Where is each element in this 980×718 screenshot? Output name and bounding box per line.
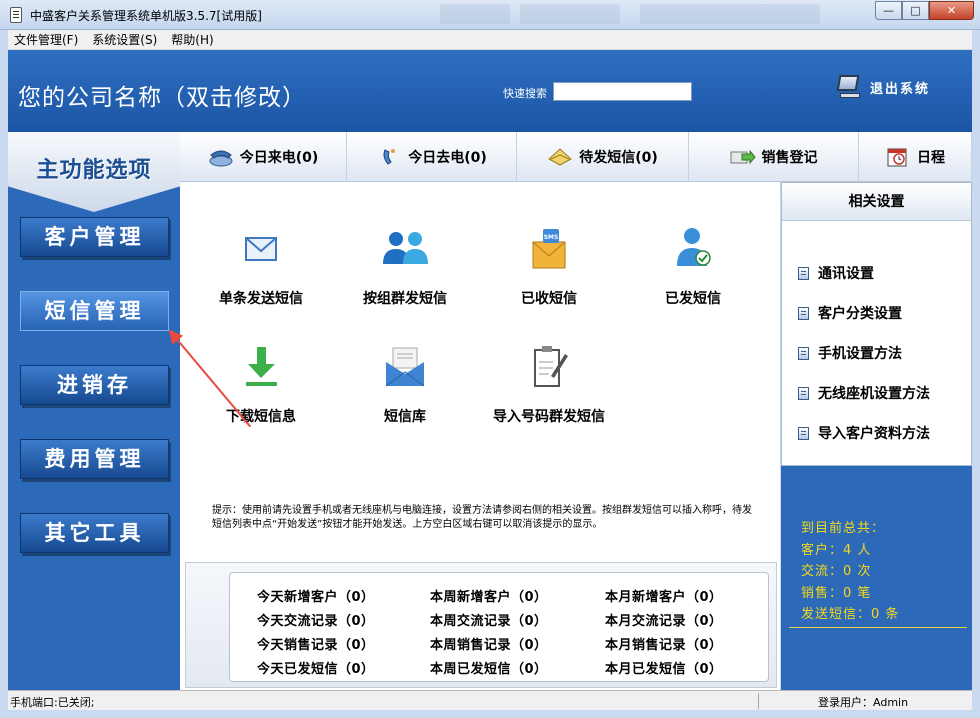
tip-text: 提示：使用前请先设置手机或者无线座机与电脑连接，设置方法请参阅右侧的相关设置。按… bbox=[212, 505, 752, 530]
exit-system-button[interactable]: 退出系统 bbox=[836, 74, 930, 100]
tab-schedule[interactable]: 日程 bbox=[859, 132, 972, 182]
stats-panel: 今天新增客户（0） 本周新增客户（0） 本月新增客户（0） 今天交流记录（0） … bbox=[185, 562, 777, 688]
sidebar-item-inventory[interactable]: 进销存 bbox=[20, 365, 169, 405]
tab-incoming-calls[interactable]: 今日来电(0) bbox=[180, 132, 347, 182]
stat-today-sales: 今天销售记录（0） bbox=[257, 638, 375, 653]
window-title-bar: 中盛客户关系管理系统单机版3.5.7[试用版] — □ ✕ bbox=[0, 0, 980, 30]
menu-settings[interactable]: 系统设置(S) bbox=[92, 31, 157, 48]
envelope-arrow-icon bbox=[547, 147, 573, 167]
document-icon bbox=[798, 306, 809, 320]
document-icon bbox=[798, 426, 809, 440]
sidebar-item-sms[interactable]: 短信管理 bbox=[20, 291, 169, 331]
summary-communications: 交流：0 次 bbox=[801, 564, 872, 579]
telephone-icon bbox=[208, 147, 234, 167]
stat-week-sales: 本周销售记录（0） bbox=[430, 638, 548, 653]
maximize-button[interactable]: □ bbox=[902, 1, 929, 20]
download-sms-button[interactable]: 下载短信息 bbox=[186, 342, 336, 426]
stats-box: 今天新增客户（0） 本周新增客户（0） 本月新增客户（0） 今天交流记录（0） … bbox=[229, 572, 769, 682]
summary-customers: 客户：4 人 bbox=[801, 543, 872, 558]
user-group-icon bbox=[377, 224, 433, 274]
phone-handset-icon bbox=[376, 147, 402, 167]
envelope-icon bbox=[233, 224, 289, 274]
window-controls: — □ ✕ bbox=[875, 1, 974, 20]
download-arrow-icon bbox=[233, 342, 289, 392]
summary-title: 到目前总共： bbox=[801, 521, 886, 536]
svg-text:SMS: SMS bbox=[544, 234, 559, 241]
setting-link-communication[interactable]: 通讯设置 bbox=[798, 263, 874, 283]
tab-bar: 今日来电(0) 今日去电(0) 待发短信(0) 销售登记 日程 bbox=[180, 132, 972, 182]
search-label: 快速搜索 bbox=[503, 87, 547, 100]
menu-file[interactable]: 文件管理(F) bbox=[14, 31, 78, 48]
mail-open-icon bbox=[377, 342, 433, 392]
summary-panel: 到目前总共： 客户：4 人 交流：0 次 销售：0 笔 发送短信：0 条 bbox=[781, 466, 972, 690]
setting-link-customer-category[interactable]: 客户分类设置 bbox=[798, 303, 902, 323]
computer-icon bbox=[836, 74, 862, 100]
related-settings-panel: 相关设置 通讯设置 客户分类设置 手机设置方法 无线座机设置方法 导入客户资料方… bbox=[781, 182, 972, 466]
header-banner: 您的公司名称（双击修改） 快速搜索 退出系统 bbox=[8, 50, 972, 132]
calendar-clock-icon bbox=[885, 147, 911, 167]
settings-title: 相关设置 bbox=[782, 183, 971, 221]
sidebar-title: 主功能选项 bbox=[36, 157, 152, 183]
sidebar-item-tools[interactable]: 其它工具 bbox=[20, 513, 169, 553]
stat-week-sent-sms: 本周已发短信（0） bbox=[430, 662, 548, 677]
stat-today-new-customers: 今天新增客户（0） bbox=[257, 590, 375, 605]
send-single-sms-button[interactable]: 单条发送短信 bbox=[186, 224, 336, 308]
menu-help[interactable]: 帮助(H) bbox=[171, 31, 213, 48]
sales-arrow-icon bbox=[730, 147, 756, 167]
status-login-user: 登录用户：Admin bbox=[818, 696, 909, 709]
minimize-button[interactable]: — bbox=[875, 1, 902, 20]
document-icon bbox=[798, 386, 809, 400]
app-icon bbox=[10, 7, 22, 23]
stat-week-new-customers: 本周新增客户（0） bbox=[430, 590, 548, 605]
stat-month-sales: 本月销售记录（0） bbox=[605, 638, 723, 653]
background-window-ghost bbox=[520, 4, 620, 24]
stat-week-communications: 本周交流记录（0） bbox=[430, 614, 548, 629]
stat-month-sent-sms: 本月已发短信（0） bbox=[605, 662, 723, 677]
close-button[interactable]: ✕ bbox=[929, 1, 974, 20]
setting-link-phone-setup[interactable]: 手机设置方法 bbox=[798, 343, 902, 363]
group-send-sms-button[interactable]: 按组群发短信 bbox=[330, 224, 480, 308]
summary-divider bbox=[789, 627, 967, 628]
sidebar-item-expense[interactable]: 费用管理 bbox=[20, 439, 169, 479]
sidebar-item-customer[interactable]: 客户管理 bbox=[20, 217, 169, 257]
summary-sales: 销售：0 笔 bbox=[801, 586, 872, 601]
tab-sales-register[interactable]: 销售登记 bbox=[689, 132, 859, 182]
sidebar-header: 主功能选项 bbox=[8, 132, 180, 212]
user-check-icon bbox=[665, 224, 721, 274]
status-divider bbox=[758, 693, 759, 709]
background-window-ghost bbox=[440, 4, 510, 24]
window-title: 中盛客户关系管理系统单机版3.5.7[试用版] bbox=[30, 9, 262, 23]
sms-envelope-icon: SMS bbox=[521, 224, 577, 274]
setting-link-wireless-phone[interactable]: 无线座机设置方法 bbox=[798, 383, 930, 403]
sms-library-button[interactable]: 短信库 bbox=[330, 342, 480, 426]
sent-sms-button[interactable]: 已发短信 bbox=[618, 224, 768, 308]
tab-outgoing-calls[interactable]: 今日去电(0) bbox=[347, 132, 517, 182]
setting-link-import-customers[interactable]: 导入客户资料方法 bbox=[798, 423, 930, 443]
document-icon bbox=[798, 266, 809, 280]
stat-month-new-customers: 本月新增客户（0） bbox=[605, 590, 723, 605]
stat-today-communications: 今天交流记录（0） bbox=[257, 614, 375, 629]
company-name[interactable]: 您的公司名称（双击修改） bbox=[18, 78, 306, 112]
stat-month-communications: 本月交流记录（0） bbox=[605, 614, 723, 629]
quick-search-input[interactable] bbox=[553, 82, 692, 101]
status-bar: 手机端口:已关闭; 登录用户：Admin bbox=[8, 690, 972, 710]
summary-sent-sms: 发送短信：0 条 bbox=[801, 607, 900, 622]
sidebar: 主功能选项 客户管理 短信管理 进销存 费用管理 其它工具 bbox=[8, 132, 180, 690]
main-panel: 单条发送短信 按组群发短信 SMS 已收短信 已发短信 下载短信息 短信库 导入… bbox=[180, 182, 780, 690]
background-window-ghost bbox=[640, 4, 820, 24]
received-sms-button[interactable]: SMS 已收短信 bbox=[474, 224, 624, 308]
clipboard-pen-icon bbox=[521, 342, 577, 392]
status-phone-port: 手机端口:已关闭; bbox=[10, 696, 95, 709]
exit-label: 退出系统 bbox=[870, 81, 931, 97]
import-numbers-button[interactable]: 导入号码群发短信 bbox=[474, 342, 624, 426]
document-icon bbox=[798, 346, 809, 360]
tab-pending-sms[interactable]: 待发短信(0) bbox=[517, 132, 689, 182]
stat-today-sent-sms: 今天已发短信（0） bbox=[257, 662, 375, 677]
menu-bar: 文件管理(F) 系统设置(S) 帮助(H) bbox=[8, 30, 972, 50]
